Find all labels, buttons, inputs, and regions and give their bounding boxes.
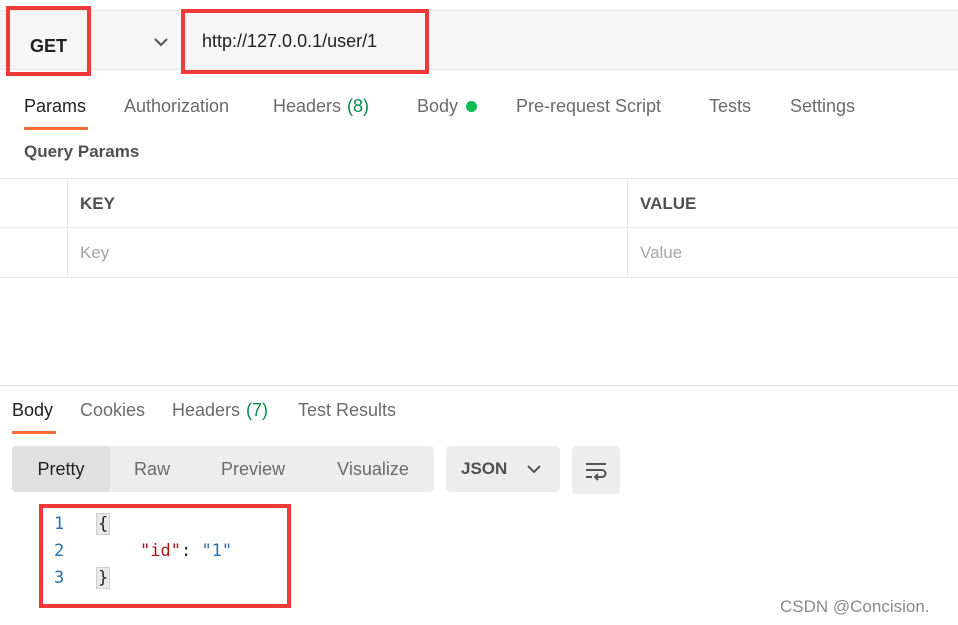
table-row: Key Value [0, 228, 958, 278]
tab-params[interactable]: Params [24, 84, 86, 128]
tab-label: Headers [273, 95, 342, 116]
method-select[interactable]: GET [6, 16, 91, 76]
checkbox-column-header [0, 179, 68, 229]
close-brace[interactable]: } [96, 566, 111, 589]
value-input[interactable]: Value [628, 228, 958, 278]
tab-settings[interactable]: Settings [790, 84, 855, 128]
row-checkbox[interactable] [0, 228, 68, 278]
response-tabs: Body Cookies Headers (7) Test Results [0, 388, 958, 434]
code-line: 3 } [40, 564, 280, 591]
json-pair: "id": "1" [140, 541, 232, 561]
tab-label: Body [12, 399, 54, 420]
watermark: CSDN @Concision. [780, 597, 930, 616]
wrap-lines-button[interactable] [572, 446, 620, 494]
view-mode-visualize[interactable]: Visualize [312, 446, 434, 492]
request-tabs: Params Authorization Headers (8) Body Pre… [0, 84, 958, 132]
tab-tests[interactable]: Tests [709, 84, 751, 128]
tab-label: Cookies [80, 399, 146, 420]
active-response-tab-indicator [12, 431, 56, 434]
url-value: http://127.0.0.1/user/1 [202, 30, 378, 51]
method-label: GET [29, 35, 67, 56]
key-input[interactable]: Key [68, 228, 628, 278]
query-params-table: KEY VALUE Key Value [0, 178, 958, 278]
status-dot-icon [466, 100, 478, 112]
table-header-row: KEY VALUE [0, 178, 958, 229]
wrap-lines-icon [586, 463, 607, 481]
key-column-header: KEY [68, 179, 628, 229]
code-line: 1 { [40, 510, 280, 537]
value-column-header: VALUE [640, 194, 697, 213]
line-number: 1 [54, 513, 65, 534]
response-headers-count: (7) [246, 399, 269, 420]
view-mode-preview[interactable]: Preview [194, 446, 312, 492]
view-mode-raw[interactable]: Raw [110, 446, 194, 492]
tab-label: Test Results [298, 399, 397, 420]
tab-label: Tests [709, 95, 752, 116]
tab-authorization[interactable]: Authorization [124, 84, 229, 128]
json-key: "id" [140, 540, 181, 561]
view-mode-pretty[interactable]: Pretty [12, 446, 110, 492]
tab-headers[interactable]: Headers (8) [273, 84, 369, 128]
tab-label: Body [417, 95, 459, 116]
format-label: JSON [461, 459, 508, 478]
tab-pre-request-script[interactable]: Pre-request Script [516, 84, 661, 128]
tab-body[interactable]: Body [417, 84, 478, 128]
response-tab-body[interactable]: Body [12, 388, 53, 432]
line-number: 3 [54, 567, 65, 588]
json-colon: : [180, 540, 202, 561]
tab-label: Headers [172, 399, 241, 420]
view-mode-toggle: Pretty Raw Preview Visualize [12, 446, 434, 492]
tab-label: Pre-request Script [516, 95, 662, 116]
response-tab-headers[interactable]: Headers (7) [172, 388, 268, 432]
url-input[interactable]: http://127.0.0.1/user/1 [182, 11, 427, 71]
response-divider [0, 385, 958, 386]
query-params-title: Query Params [24, 142, 140, 161]
chevron-down-icon[interactable] [524, 458, 544, 480]
headers-count: (8) [347, 95, 370, 116]
tab-label: Settings [790, 95, 856, 116]
request-bar: GET http://127.0.0.1/user/1 [0, 10, 958, 70]
code-line: 2 "id": "1" [40, 537, 280, 564]
tab-label: Authorization [124, 95, 230, 116]
response-tab-cookies[interactable]: Cookies [80, 388, 145, 432]
open-brace[interactable]: { [96, 512, 111, 535]
line-number: 2 [54, 540, 65, 561]
json-value: "1" [201, 540, 233, 561]
response-tab-test-results[interactable]: Test Results [298, 388, 396, 432]
tab-label: Params [24, 95, 87, 116]
active-tab-indicator [24, 127, 88, 130]
chevron-down-icon[interactable] [150, 31, 172, 53]
